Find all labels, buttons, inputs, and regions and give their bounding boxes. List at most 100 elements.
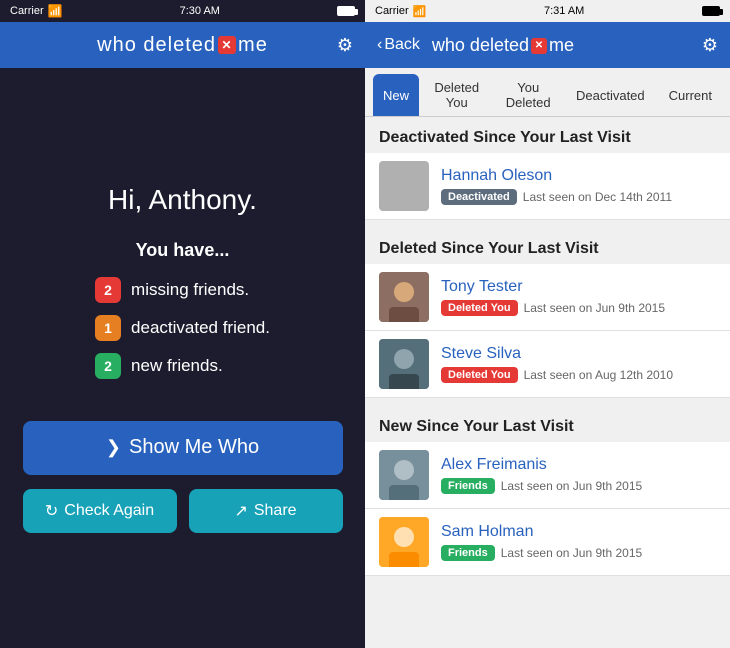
person-info-hannah: Hannah Oleson Deactivated Last seen on D… — [441, 167, 716, 205]
share-icon: ↗ — [234, 501, 247, 521]
wifi-icon: 📶 — [48, 4, 63, 18]
left-content: Hi, Anthony. You have... 2 missing frien… — [0, 68, 365, 648]
person-row-tony: Tony Tester Deleted You Last seen on Jun… — [365, 264, 730, 331]
check-again-button[interactable]: ↻ Check Again — [23, 489, 177, 533]
tab-current[interactable]: Current — [659, 74, 722, 116]
section-gap-2 — [365, 398, 730, 406]
stat-new-label: new friends. — [131, 356, 223, 376]
show-me-who-label: Show Me Who — [129, 436, 259, 459]
section-title-deactivated: Deactivated Since Your Last Visit — [365, 117, 730, 153]
bottom-buttons: ↻ Check Again ↗ Share — [23, 489, 343, 533]
back-label: Back — [384, 36, 420, 54]
tag-hannah: Deactivated — [441, 189, 517, 205]
tab-deactivated[interactable]: Deactivated — [566, 74, 655, 116]
back-chevron-icon: ‹ — [377, 36, 382, 54]
left-carrier: Carrier 📶 — [10, 4, 63, 18]
right-carrier: Carrier 📶 — [375, 5, 426, 18]
tab-new[interactable]: New — [373, 74, 419, 116]
badge-deactivated: 1 — [95, 315, 121, 341]
refresh-icon: ↻ — [45, 501, 58, 521]
wifi-icon-right: 📶 — [413, 5, 427, 18]
last-seen-tony: Last seen on Jun 9th 2015 — [524, 301, 665, 315]
person-row-sam: Sam Holman Friends Last seen on Jun 9th … — [365, 509, 730, 576]
right-content: Deactivated Since Your Last Visit Hannah… — [365, 117, 730, 648]
settings-button-left[interactable]: ⚙ — [337, 35, 353, 56]
left-battery — [337, 6, 355, 16]
badge-new: 2 — [95, 353, 121, 379]
right-battery — [702, 6, 720, 16]
avatar-alex-img — [379, 450, 429, 500]
avatar-steve — [379, 339, 429, 389]
show-me-who-button[interactable]: ❯ Show Me Who — [23, 421, 343, 475]
person-name-steve: Steve Silva — [441, 345, 716, 363]
person-info-alex: Alex Freimanis Friends Last seen on Jun … — [441, 456, 716, 494]
tabs-bar: New Deleted You You Deleted Deactivated … — [365, 68, 730, 117]
person-meta-alex: Friends Last seen on Jun 9th 2015 — [441, 478, 716, 494]
person-row-steve: Steve Silva Deleted You Last seen on Aug… — [365, 331, 730, 398]
person-meta-steve: Deleted You Last seen on Aug 12th 2010 — [441, 367, 716, 383]
person-name-sam: Sam Holman — [441, 523, 716, 541]
right-app-title: who deleted✕me — [432, 35, 574, 56]
left-app-title: who deleted✕me — [97, 34, 268, 57]
stat-deactivated-label: deactivated friend. — [131, 318, 270, 338]
settings-button-right[interactable]: ⚙ — [702, 35, 718, 56]
stat-new: 2 new friends. — [95, 353, 270, 379]
share-label: Share — [254, 502, 297, 520]
left-panel: Carrier 📶 7:30 AM who deleted✕me ⚙ Hi, A… — [0, 0, 365, 648]
you-have-text: You have... — [136, 240, 230, 261]
last-seen-hannah: Last seen on Dec 14th 2011 — [523, 190, 672, 204]
person-meta-hannah: Deactivated Last seen on Dec 14th 2011 — [441, 189, 716, 205]
x-icon-right: ✕ — [531, 38, 547, 54]
stat-missing-label: missing friends. — [131, 280, 249, 300]
left-time: 7:30 AM — [180, 5, 220, 17]
tag-steve: Deleted You — [441, 367, 518, 383]
left-status-bar: Carrier 📶 7:30 AM — [0, 0, 365, 22]
section-title-deleted: Deleted Since Your Last Visit — [365, 228, 730, 264]
left-carrier-text: Carrier — [10, 5, 44, 17]
right-panel: Carrier 📶 7:31 AM ‹ Back who deleted✕me … — [365, 0, 730, 648]
person-meta-sam: Friends Last seen on Jun 9th 2015 — [441, 545, 716, 561]
tab-deleted-you[interactable]: Deleted You — [423, 74, 490, 116]
person-info-tony: Tony Tester Deleted You Last seen on Jun… — [441, 278, 716, 316]
avatar-alex — [379, 450, 429, 500]
last-seen-sam: Last seen on Jun 9th 2015 — [501, 546, 642, 560]
stat-deactivated: 1 deactivated friend. — [95, 315, 270, 341]
right-status-bar: Carrier 📶 7:31 AM — [365, 0, 730, 22]
last-seen-alex: Last seen on Jun 9th 2015 — [501, 479, 642, 493]
greeting-text: Hi, Anthony. — [108, 184, 257, 216]
person-row-alex: Alex Freimanis Friends Last seen on Jun … — [365, 442, 730, 509]
stat-missing: 2 missing friends. — [95, 277, 270, 303]
avatar-sam — [379, 517, 429, 567]
avatar-tony — [379, 272, 429, 322]
section-gap-1 — [365, 220, 730, 228]
person-info-sam: Sam Holman Friends Last seen on Jun 9th … — [441, 523, 716, 561]
tag-sam: Friends — [441, 545, 495, 561]
last-seen-steve: Last seen on Aug 12th 2010 — [524, 368, 673, 382]
tab-you-deleted[interactable]: You Deleted — [494, 74, 562, 116]
check-again-label: Check Again — [64, 502, 154, 520]
person-name-hannah: Hannah Oleson — [441, 167, 716, 185]
stats-list: 2 missing friends. 1 deactivated friend.… — [95, 277, 270, 391]
right-time: 7:31 AM — [544, 5, 584, 17]
section-title-new: New Since Your Last Visit — [365, 406, 730, 442]
person-meta-tony: Deleted You Last seen on Jun 9th 2015 — [441, 300, 716, 316]
right-carrier-text: Carrier — [375, 5, 409, 17]
person-info-steve: Steve Silva Deleted You Last seen on Aug… — [441, 345, 716, 383]
x-icon-left: ✕ — [218, 36, 236, 54]
tag-alex: Friends — [441, 478, 495, 494]
back-button[interactable]: ‹ Back — [377, 36, 420, 54]
person-name-alex: Alex Freimanis — [441, 456, 716, 474]
person-name-tony: Tony Tester — [441, 278, 716, 296]
avatar-steve-img — [379, 339, 429, 389]
battery-icon-right — [702, 6, 720, 16]
share-button[interactable]: ↗ Share — [189, 489, 343, 533]
chevron-icon: ❯ — [106, 437, 121, 458]
avatar-hannah — [379, 161, 429, 211]
tag-tony: Deleted You — [441, 300, 518, 316]
left-header: who deleted✕me ⚙ — [0, 22, 365, 68]
avatar-tony-img — [379, 272, 429, 322]
right-header: ‹ Back who deleted✕me ⚙ — [365, 22, 730, 68]
badge-missing: 2 — [95, 277, 121, 303]
person-row-hannah: Hannah Oleson Deactivated Last seen on D… — [365, 153, 730, 220]
battery-icon-left — [337, 6, 355, 16]
